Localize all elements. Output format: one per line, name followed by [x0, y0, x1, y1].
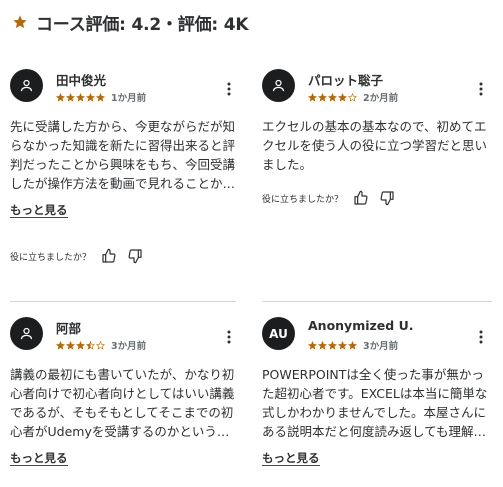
star-icon [308, 92, 317, 102]
star-icon [348, 340, 357, 350]
review-time: 3か月前 [111, 341, 147, 352]
review-time: 2か月前 [363, 93, 399, 104]
star-icon [76, 340, 85, 350]
review-text: 先に受講した方から、今更ながらだが知らなかった知識を新たに習得出来ると評判だった… [10, 119, 236, 191]
star-icon [56, 340, 65, 350]
star-icon [66, 92, 75, 102]
reviewer-name: Anonymized U. [308, 318, 414, 333]
star-rating [56, 340, 105, 350]
star-icon [348, 92, 357, 102]
user-icon [20, 327, 33, 340]
avatar [10, 317, 43, 350]
star-rating [56, 92, 105, 102]
star-icon [76, 92, 85, 102]
review-time: 1か月前 [111, 93, 147, 104]
star-icon [338, 340, 347, 350]
star-icon [66, 340, 75, 350]
avatar [10, 69, 43, 102]
star-icon [328, 92, 337, 102]
star-icon [318, 92, 327, 102]
helpful-question: 役に立ちましたか？ [10, 252, 92, 263]
review-card: AU Anonymized U. 3か月前 POWERPOINTは全く使った事が… [262, 300, 492, 466]
reviewer-name: パロット聡子 [308, 73, 384, 88]
reviewer-name: 田中俊光 [56, 73, 107, 88]
show-more-button[interactable]: もっと見る [10, 203, 68, 218]
user-icon [272, 79, 285, 92]
show-more-button[interactable]: もっと見る [262, 451, 320, 466]
show-more-button[interactable]: もっと見る [10, 451, 68, 466]
helpful-row: 役に立ちましたか？ [10, 248, 240, 264]
star-icon [328, 340, 337, 350]
review-card: パロット聡子 2か月前 エクセルの基本の基本なので、初めてエクセルを使う人の役に… [262, 52, 492, 206]
star-icon [338, 92, 347, 102]
helpful-row: 役に立ちましたか？ [262, 190, 492, 206]
review-time: 3か月前 [363, 341, 399, 352]
star-rating [308, 92, 357, 102]
more-options-icon[interactable] [222, 82, 236, 96]
helpful-question: 役に立ちましたか？ [262, 194, 344, 205]
reviewer-name: 阿部 [56, 321, 82, 336]
more-options-icon[interactable] [474, 330, 488, 344]
star-rating [308, 340, 357, 350]
avatar: AU [262, 317, 295, 350]
thumbs-down-icon[interactable] [127, 248, 143, 264]
thumbs-down-icon[interactable] [379, 190, 395, 206]
star-icon [308, 340, 317, 350]
more-options-icon[interactable] [474, 82, 488, 96]
avatar [262, 69, 295, 102]
review-card: 阿部 3か月前 講義の最初にも書いていたが、かなり初心者向けで初心者向けとしては… [10, 300, 240, 466]
review-text: POWERPOINTは全く使った事が無かった超初心者です。EXCELは本当に簡単… [262, 367, 488, 439]
star-icon [86, 340, 95, 350]
user-icon [20, 79, 33, 92]
thumbs-up-icon[interactable] [353, 190, 369, 206]
more-options-icon[interactable] [222, 330, 236, 344]
star-icon [96, 92, 105, 102]
course-rating-title: コース評価: 4.2・評価: 4K [36, 14, 249, 35]
rating-header: コース評価: 4.2・評価: 4K [12, 8, 249, 36]
review-text: エクセルの基本の基本なので、初めてエクセルを使う人の役に立つ学習だと思いました。 [262, 119, 488, 172]
star-icon [86, 92, 95, 102]
star-icon [56, 92, 65, 102]
star-icon [13, 15, 27, 29]
review-text: 講義の最初にも書いていたが、かなり初心者向けで初心者向けとしてはいい講義であるが… [10, 367, 235, 439]
thumbs-up-icon[interactable] [101, 248, 117, 264]
star-icon [318, 340, 327, 350]
star-icon [96, 340, 105, 350]
review-card: 田中俊光 1か月前 先に受講した方から、今更ながらだが知らなかった知識を新たに習… [10, 52, 240, 264]
